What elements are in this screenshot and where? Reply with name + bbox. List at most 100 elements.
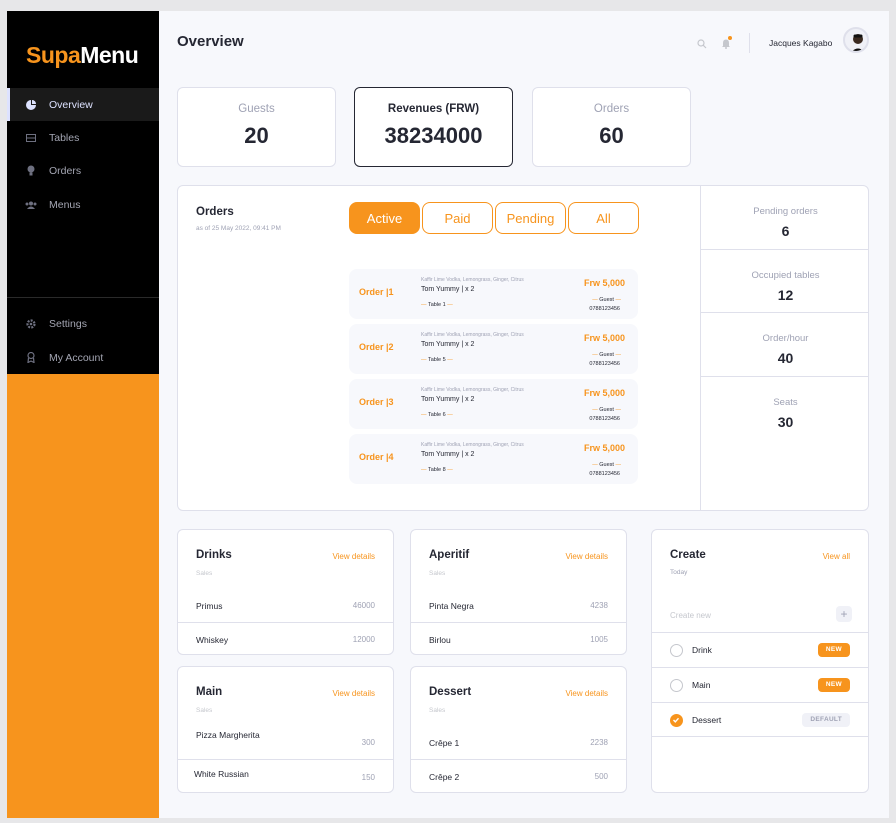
card-subtitle: Sales — [429, 707, 446, 714]
checkbox[interactable] — [670, 679, 683, 692]
card-title: Main — [196, 686, 223, 698]
plus-icon[interactable]: + — [836, 606, 852, 622]
side-stat-pending-orders: Pending orders 6 — [701, 186, 868, 250]
order-id: Order |2 — [359, 342, 394, 352]
logo[interactable]: SupaMenu — [26, 42, 139, 69]
sidebar-nav-panel: SupaMenu Overview Tables Orders Menus Se… — [7, 11, 159, 374]
order-guest: Guest — [592, 352, 621, 358]
view-details-link[interactable]: View details — [332, 552, 375, 561]
order-tabs: Active Paid Pending All — [349, 202, 639, 234]
checkbox[interactable] — [670, 644, 683, 657]
order-phone: 0788123456 — [589, 416, 620, 422]
create-item-main: Main NEW — [652, 667, 868, 702]
item-name: Birlou — [429, 635, 451, 645]
side-stat-occupied-tables: Occupied tables 12 — [701, 250, 868, 313]
tab-paid[interactable]: Paid — [422, 202, 493, 234]
sidebar-item-label: Settings — [49, 317, 87, 330]
order-id: Order |4 — [359, 452, 394, 462]
order-guest: Guest — [592, 407, 621, 413]
order-card[interactable]: Order |3 Kaffir Lime Vodka, Lemongrass, … — [349, 379, 638, 429]
tab-active[interactable]: Active — [349, 202, 420, 234]
sidebar-item-orders[interactable]: Orders — [7, 154, 159, 187]
order-price: Frw 5,000 — [583, 388, 625, 398]
view-details-link[interactable]: View details — [565, 552, 608, 561]
gear-icon — [25, 318, 37, 330]
bell-icon[interactable] — [721, 36, 732, 54]
item-value: 1005 — [590, 635, 608, 644]
logo-menu: Menu — [80, 42, 139, 68]
order-guest: Guest — [592, 297, 621, 303]
item-name: Pizza Margherita — [196, 730, 260, 740]
sidebar-item-my-account[interactable]: My Account — [7, 341, 159, 374]
order-card[interactable]: Order |1 Kaffir Lime Vodka, Lemongrass, … — [349, 269, 638, 319]
sidebar-item-label: Overview — [49, 98, 93, 111]
order-card[interactable]: Order |4 Kaffir Lime Vodka, Lemongrass, … — [349, 434, 638, 484]
order-card[interactable]: Order |2 Kaffir Lime Vodka, Lemongrass, … — [349, 324, 638, 374]
create-item-name: Main — [692, 680, 711, 690]
order-price: Frw 5,000 — [583, 333, 625, 343]
drinks-card: Drinks Sales View details Primus 46000 W… — [177, 529, 394, 655]
search-icon[interactable] — [697, 36, 707, 54]
list-item: Birlou 1005 — [411, 622, 626, 654]
view-all-link[interactable]: View all — [823, 552, 850, 561]
sidebar-item-menus[interactable]: Menus — [7, 188, 159, 221]
order-phone: 0788123456 — [589, 306, 620, 312]
card-subtitle: Today — [670, 569, 688, 576]
create-item-drink: Drink NEW — [652, 632, 868, 667]
create-new-input[interactable]: Create new — [670, 611, 711, 620]
order-dish: Tom Yummy | x 2 — [421, 341, 475, 348]
sidebar-item-overview[interactable]: Overview — [7, 88, 159, 121]
order-items: Kaffir Lime Vodka, Lemongrass, Ginger, C… — [421, 277, 524, 283]
header-icons — [697, 36, 732, 54]
sidebar: SupaMenu Overview Tables Orders Menus Se… — [7, 11, 159, 818]
item-value: 150 — [361, 773, 375, 782]
side-stat-label: Order/hour — [762, 333, 809, 344]
sidebar-item-label: My Account — [49, 351, 104, 364]
app-frame: SupaMenu Overview Tables Orders Menus Se… — [7, 11, 889, 818]
order-guest: Guest — [592, 462, 621, 468]
user-name[interactable]: Jacques Kagabo — [769, 38, 832, 48]
sidebar-item-tables[interactable]: Tables — [7, 121, 159, 154]
side-stat-value: 40 — [777, 350, 794, 366]
order-price: Frw 5,000 — [583, 278, 625, 288]
list-item: Pinta Negra 4238 — [411, 589, 626, 623]
view-details-link[interactable]: View details — [565, 689, 608, 698]
list-item: White Russian 150 — [178, 759, 393, 792]
view-details-link[interactable]: View details — [332, 689, 375, 698]
header-separator — [749, 33, 750, 53]
stat-card-guests[interactable]: Guests 20 — [177, 87, 336, 167]
lightbulb-icon — [25, 165, 37, 177]
stat-card-orders[interactable]: Orders 60 — [532, 87, 691, 167]
side-stat-value: 6 — [781, 223, 790, 239]
list-item: Primus 46000 — [178, 589, 393, 623]
order-table: Table 6 — [421, 412, 453, 418]
tab-pending[interactable]: Pending — [495, 202, 566, 234]
tab-all[interactable]: All — [568, 202, 639, 234]
item-name: Pinta Negra — [429, 601, 474, 611]
order-dish: Tom Yummy | x 2 — [421, 396, 475, 403]
avatar[interactable] — [843, 27, 869, 53]
checkbox-checked[interactable] — [670, 714, 683, 727]
list-item: Pizza Margherita 300 — [178, 723, 393, 757]
side-stat-label: Pending orders — [753, 206, 818, 217]
create-card: Create Today View all Create new + Drink… — [651, 529, 869, 793]
stat-card-revenues[interactable]: Revenues (FRW) 38234000 — [354, 87, 513, 167]
card-subtitle: Sales — [196, 707, 213, 714]
item-value: 300 — [361, 738, 375, 747]
item-name: White Russian — [194, 769, 249, 779]
item-value: 2238 — [590, 738, 608, 747]
users-icon — [25, 199, 37, 211]
item-value: 4238 — [590, 601, 608, 610]
stat-label: Orders — [593, 103, 630, 115]
order-items: Kaffir Lime Vodka, Lemongrass, Ginger, C… — [421, 442, 524, 448]
table-icon — [25, 132, 37, 144]
side-stat-label: Occupied tables — [751, 269, 820, 281]
status-badge: NEW — [817, 678, 850, 692]
sidebar-item-settings[interactable]: Settings — [7, 307, 159, 340]
card-title: Aperitif — [429, 549, 470, 561]
sidebar-item-label: Tables — [49, 131, 80, 144]
item-value: 500 — [594, 772, 608, 781]
item-name: Crêpe 2 — [429, 772, 460, 782]
create-new-row: Create new + — [652, 598, 868, 632]
side-stat-label: Seats — [773, 396, 798, 408]
